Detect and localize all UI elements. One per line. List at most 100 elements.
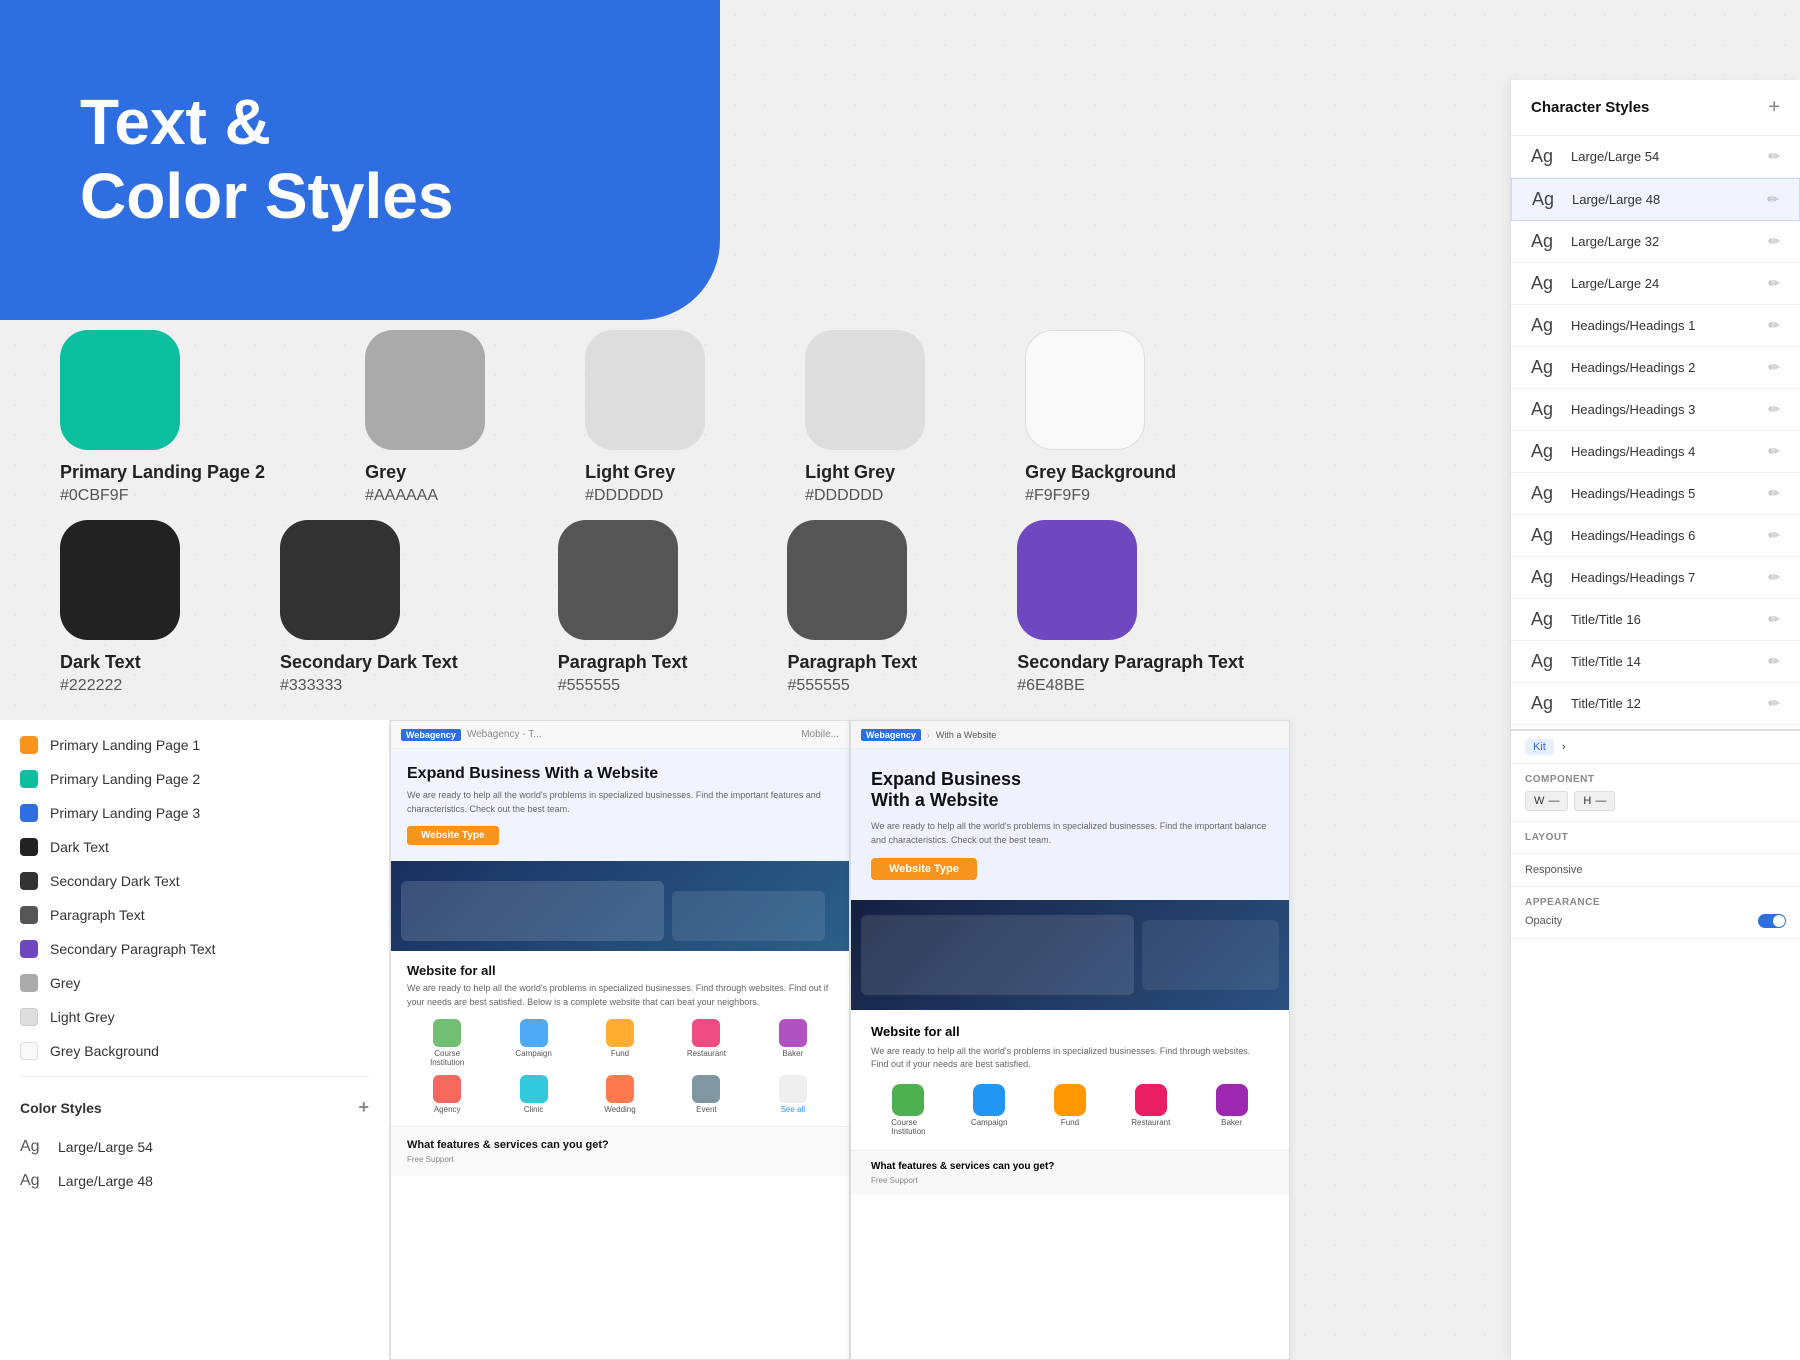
service-item-2: Campaign <box>493 1019 573 1067</box>
edit-icon-7[interactable]: ✏ <box>1768 401 1780 418</box>
kit-tag: Kit <box>1525 739 1554 755</box>
large-browser-bar: Webagency › With a Website <box>851 721 1289 749</box>
service-item-6: Agency <box>407 1075 487 1114</box>
char-style-row-6[interactable]: Ag Headings/Headings 2 ✏ <box>1511 347 1800 389</box>
edit-icon-11[interactable]: ✏ <box>1768 569 1780 586</box>
edit-icon-14[interactable]: ✏ <box>1768 695 1780 712</box>
color-list-item-2[interactable]: Primary Landing Page 2 <box>0 762 389 796</box>
responsive-section: Responsive <box>1511 854 1800 887</box>
service-item-5: Baker <box>753 1019 833 1067</box>
edit-icon-1[interactable]: ✏ <box>1768 148 1780 165</box>
char-style-row-5[interactable]: Ag Headings/Headings 1 ✏ <box>1511 305 1800 347</box>
appearance-section: APPEARANCE Opacity <box>1511 887 1800 939</box>
edit-icon-6[interactable]: ✏ <box>1768 359 1780 376</box>
char-style-row-9[interactable]: Ag Headings/Headings 5 ✏ <box>1511 473 1800 515</box>
color-list-item-1[interactable]: Primary Landing Page 1 <box>0 728 389 762</box>
mini-char-1[interactable]: Ag Large/Large 54 <box>0 1130 389 1164</box>
char-style-row-8[interactable]: Ag Headings/Headings 4 ✏ <box>1511 431 1800 473</box>
site-hero-image <box>391 861 849 951</box>
divider <box>20 1076 369 1077</box>
swatch-color-3 <box>585 330 705 450</box>
service-item-1: CourseInstitution <box>407 1019 487 1067</box>
char-style-row-14[interactable]: Ag Title/Title 12 ✏ <box>1511 683 1800 725</box>
swatch-light-grey-2: Light Grey #DDDDDD <box>805 330 925 505</box>
color-list-item-4[interactable]: Dark Text <box>0 830 389 864</box>
color-list-item-3[interactable]: Primary Landing Page 3 <box>0 796 389 830</box>
component-section: COMPONENT W — H — <box>1511 764 1800 822</box>
edit-icon-5[interactable]: ✏ <box>1768 317 1780 334</box>
char-style-row-3[interactable]: Ag Large/Large 32 ✏ <box>1511 221 1800 263</box>
add-char-style-btn[interactable]: + <box>1768 96 1780 119</box>
site-section-body: We are ready to help all the world's pro… <box>407 982 833 1009</box>
website-preview-large: Webagency › With a Website Expand Busine… <box>850 720 1290 1360</box>
mini-char-2[interactable]: Ag Large/Large 48 <box>0 1164 389 1198</box>
color-list-item-6[interactable]: Paragraph Text <box>0 898 389 932</box>
color-dot-4 <box>20 838 38 856</box>
width-field[interactable]: W — <box>1525 791 1568 811</box>
hero-line1: Text & <box>80 86 271 158</box>
swatch-color-2 <box>365 330 485 450</box>
edit-icon-8[interactable]: ✏ <box>1768 443 1780 460</box>
swatch-primary-landing-2: Primary Landing Page 2 #0CBF9F <box>60 330 265 505</box>
char-style-row-2[interactable]: Ag Large/Large 48 ✏ <box>1511 178 1800 221</box>
site-logo: Webagency <box>401 729 461 741</box>
character-styles-panel: Character Styles + Ag Large/Large 54 ✏ A… <box>1510 80 1800 1360</box>
service-item-3: Fund <box>580 1019 660 1067</box>
figma-panel-area: Kit › COMPONENT W — H — LAYOUT Respons <box>1511 729 1800 939</box>
large-site-hero: Expand BusinessWith a Website We are rea… <box>851 749 1289 900</box>
color-list-item-10[interactable]: Grey Background <box>0 1034 389 1068</box>
char-style-row-13[interactable]: Ag Title/Title 14 ✏ <box>1511 641 1800 683</box>
color-dot-5 <box>20 872 38 890</box>
swatch-dark-text: Dark Text #222222 <box>60 520 180 695</box>
edit-icon-10[interactable]: ✏ <box>1768 527 1780 544</box>
char-style-row-4[interactable]: Ag Large/Large 24 ✏ <box>1511 263 1800 305</box>
hero-title: Text & Color Styles <box>80 86 640 233</box>
char-style-row-11[interactable]: Ag Headings/Headings 7 ✏ <box>1511 557 1800 599</box>
services-grid-1: CourseInstitution Campaign Fund Restaura… <box>407 1019 833 1067</box>
edit-icon-4[interactable]: ✏ <box>1768 275 1780 292</box>
hero-line2: Color Styles <box>80 160 453 232</box>
site-section-title: Website for all <box>407 963 833 978</box>
color-dot-3 <box>20 804 38 822</box>
color-list-item-7[interactable]: Secondary Paragraph Text <box>0 932 389 966</box>
edit-icon-2[interactable]: ✏ <box>1767 191 1779 208</box>
char-panel-title: Character Styles <box>1531 99 1649 116</box>
site-cta-btn[interactable]: Website Type <box>407 826 499 845</box>
swatch-color-4 <box>805 330 925 450</box>
color-dot-7 <box>20 940 38 958</box>
swatches-row1: Primary Landing Page 2 #0CBF9F Grey #AAA… <box>60 330 1176 505</box>
char-style-row-12[interactable]: Ag Title/Title 16 ✏ <box>1511 599 1800 641</box>
swatch-color-8 <box>558 520 678 640</box>
site-hero-body: We are ready to help all the world's pro… <box>407 789 833 816</box>
swatch-paragraph: Paragraph Text #555555 <box>558 520 688 695</box>
browser-bar: Webagency Webagency - T... Mobile... <box>391 721 849 749</box>
plus-icon[interactable]: + <box>358 1097 369 1118</box>
swatch-color-5 <box>1025 330 1145 450</box>
char-style-row-1[interactable]: Ag Large/Large 54 ✏ <box>1511 136 1800 178</box>
swatch-secondary-dark: Secondary Dark Text #333333 <box>280 520 458 695</box>
opacity-toggle[interactable] <box>1758 914 1786 928</box>
color-list-item-5[interactable]: Secondary Dark Text <box>0 864 389 898</box>
char-style-row-7[interactable]: Ag Headings/Headings 3 ✏ <box>1511 389 1800 431</box>
edit-icon-9[interactable]: ✏ <box>1768 485 1780 502</box>
color-dot-1 <box>20 736 38 754</box>
edit-icon-13[interactable]: ✏ <box>1768 653 1780 670</box>
color-list-item-9[interactable]: Light Grey <box>0 1000 389 1034</box>
color-list-item-8[interactable]: Grey <box>0 966 389 1000</box>
swatch-sec-paragraph: Secondary Paragraph Text #6E48BE <box>1017 520 1244 695</box>
swatch-paragraph-2: Paragraph Text #555555 <box>787 520 917 695</box>
color-dot-9 <box>20 1008 38 1026</box>
edit-icon-12[interactable]: ✏ <box>1768 611 1780 628</box>
site-hero: Expand Business With a Website We are re… <box>391 749 849 861</box>
layout-label: LAYOUT <box>1525 832 1786 843</box>
opacity-label: Opacity <box>1525 915 1562 927</box>
height-field[interactable]: H — <box>1574 791 1615 811</box>
swatch-light-grey-1: Light Grey #DDDDDD <box>585 330 705 505</box>
edit-icon-3[interactable]: ✏ <box>1768 233 1780 250</box>
kit-bar: Kit › <box>1511 731 1800 764</box>
color-dot-6 <box>20 906 38 924</box>
char-style-row-10[interactable]: Ag Headings/Headings 6 ✏ <box>1511 515 1800 557</box>
large-site-footer-section: What features & services can you get? Fr… <box>851 1150 1289 1195</box>
appearance-label: APPEARANCE <box>1525 897 1786 908</box>
site-features-section: What features & services can you get? Fr… <box>391 1126 849 1176</box>
